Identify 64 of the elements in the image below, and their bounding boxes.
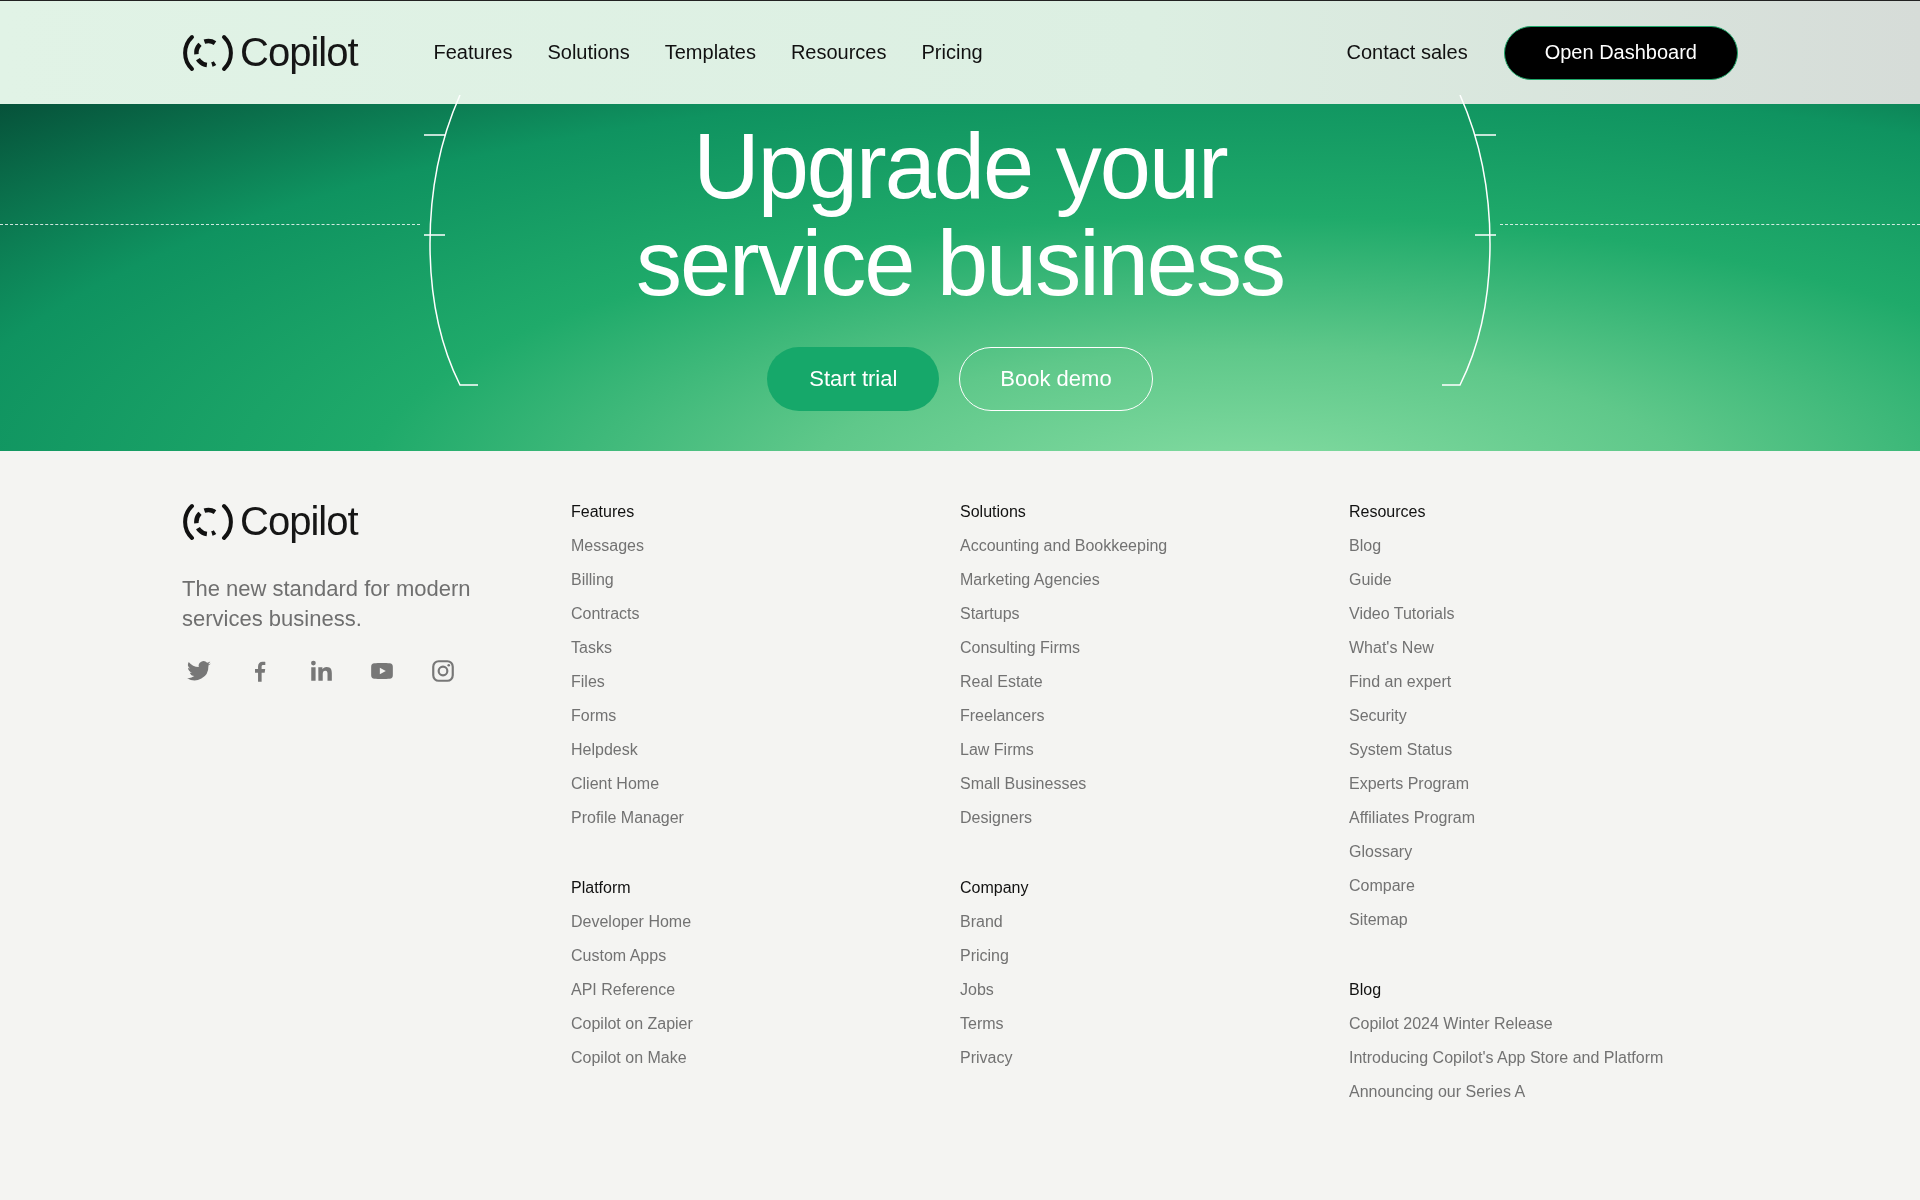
footer-link[interactable]: Freelancers	[960, 699, 1349, 734]
hero-heading: Upgrade your	[693, 118, 1227, 215]
footer-link[interactable]: Video Tutorials	[1349, 597, 1738, 632]
footer-link[interactable]: Accounting and Bookkeeping	[960, 529, 1349, 564]
footer-link[interactable]: Tasks	[571, 631, 960, 666]
footer-link[interactable]: Real Estate	[960, 665, 1349, 700]
footer-link[interactable]: Client Home	[571, 767, 960, 802]
footer-link[interactable]: Terms	[960, 1007, 1349, 1042]
footer-link[interactable]: Experts Program	[1349, 767, 1738, 802]
footer-link[interactable]: Custom Apps	[571, 939, 960, 974]
footer-link[interactable]: Files	[571, 665, 960, 700]
camera-icon[interactable]	[430, 657, 456, 684]
footer-link[interactable]: Privacy	[960, 1041, 1349, 1076]
footer-link[interactable]: Helpdesk	[571, 733, 960, 768]
footer-link[interactable]: Startups	[960, 597, 1349, 632]
footer-link[interactable]: Pricing	[960, 939, 1349, 974]
footer-heading: Company	[960, 878, 1030, 899]
footer-link[interactable]: What's New	[1349, 631, 1738, 666]
footer-heading: Features	[571, 502, 636, 523]
nav-link[interactable]: Templates	[664, 41, 756, 64]
tagline: The new standard for modern services business.	[182, 575, 472, 633]
nav-link[interactable]: Features	[433, 41, 513, 64]
footer-link[interactable]: Guide	[1349, 563, 1738, 598]
footer-heading: Solutions	[960, 502, 1027, 523]
footer-link[interactable]: Compare	[1349, 869, 1738, 904]
footer-link[interactable]: API Reference	[571, 973, 960, 1008]
logo-wordmark[interactable]: Copilot	[240, 499, 358, 545]
footer-link[interactable]: Jobs	[960, 973, 1349, 1008]
logo-icon	[182, 32, 234, 73]
footer-link[interactable]: Small Businesses	[960, 767, 1349, 802]
footer-link[interactable]: Sitemap	[1349, 903, 1738, 938]
footer-link[interactable]: Announcing our Series A	[1349, 1075, 1738, 1110]
footer-link[interactable]: Blog	[1349, 529, 1738, 564]
logo-icon	[182, 501, 234, 542]
footer-link[interactable]: Security	[1349, 699, 1738, 734]
footer-link[interactable]: Designers	[960, 801, 1349, 836]
footer-link[interactable]: Marketing Agencies	[960, 563, 1349, 598]
footer-link[interactable]: Messages	[571, 529, 960, 564]
footer-heading: Resources	[1349, 502, 1427, 523]
footer-link[interactable]: Copilot 2024 Winter Release	[1349, 1007, 1738, 1042]
footer-heading: Blog	[1349, 980, 1383, 1001]
footer-link[interactable]: Find an expert	[1349, 665, 1738, 700]
footer-link[interactable]: Brand	[960, 905, 1349, 940]
footer-link[interactable]: Developer Home	[571, 905, 960, 940]
contact-sales-link[interactable]: Contact sales	[1346, 41, 1468, 64]
footer-link[interactable]: Law Firms	[960, 733, 1349, 768]
open-dashboard-button[interactable]: Open Dashboard	[1503, 25, 1738, 80]
footer-link[interactable]: Contracts	[571, 597, 960, 632]
footer-link[interactable]: Introducing Copilot's App Store and Platform	[1349, 1041, 1738, 1076]
footer-link[interactable]: Glossary	[1349, 835, 1738, 870]
footer-link[interactable]: Consulting Firms	[960, 631, 1349, 666]
logo-wordmark[interactable]: Copilot	[240, 30, 358, 75]
nav-link[interactable]: Pricing	[921, 41, 983, 64]
footer-link[interactable]: Profile Manager	[571, 801, 960, 836]
nav-link[interactable]: Resources	[790, 41, 887, 64]
footer-link[interactable]: Copilot on Zapier	[571, 1007, 960, 1042]
nav-link[interactable]: Solutions	[547, 41, 630, 64]
footer-link[interactable]: Affiliates Program	[1349, 801, 1738, 836]
footer-heading: Platform	[571, 878, 632, 899]
footer-link[interactable]: System Status	[1349, 733, 1738, 768]
footer-link[interactable]: Billing	[571, 563, 960, 598]
footer-link[interactable]: Copilot on Make	[571, 1041, 960, 1076]
start-trial-button[interactable]: Start trial	[767, 347, 940, 412]
footer-link[interactable]: Forms	[571, 699, 960, 734]
